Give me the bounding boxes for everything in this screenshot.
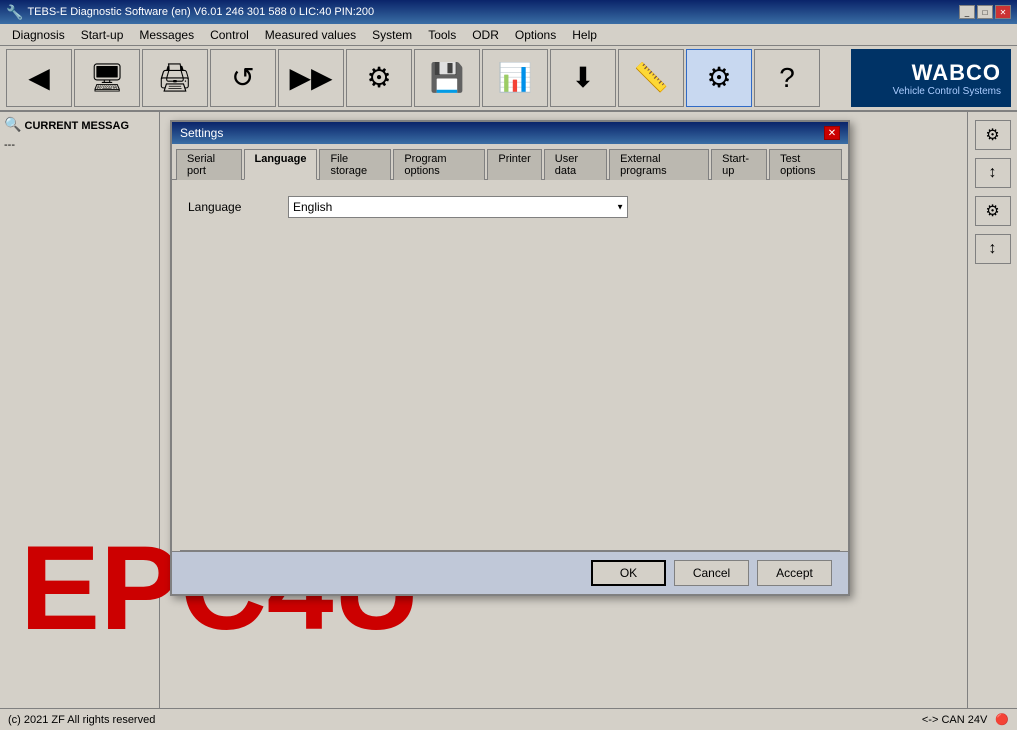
save-icon: 💾	[430, 64, 465, 92]
language-select-wrapper[interactable]: EnglishGermanFrenchSpanishItalianPolishC…	[288, 196, 628, 218]
dots-label: ---	[4, 139, 155, 151]
language-label: Language	[188, 200, 288, 214]
close-button[interactable]: ✕	[995, 5, 1011, 19]
save-toolbar-button[interactable]: 💾	[414, 49, 480, 107]
cancel-button[interactable]: Cancel	[674, 560, 749, 586]
tab-external-programs[interactable]: External programs	[609, 149, 709, 180]
ecu-settings-icon: ⚙	[706, 64, 731, 92]
help-icon: ?	[779, 64, 795, 92]
status-flag: 🔴	[995, 713, 1009, 726]
help-toolbar-button[interactable]: ?	[754, 49, 820, 107]
app-title: TEBS-E Diagnostic Software (en) V6.01 24…	[27, 6, 374, 18]
tab-language[interactable]: Language	[244, 149, 318, 180]
ok-button[interactable]: OK	[591, 560, 666, 586]
tab-printer[interactable]: Printer	[487, 149, 541, 180]
ecu-toolbar-button[interactable]: 🖥	[74, 49, 140, 107]
menu-bar: DiagnosisStart-upMessagesControlMeasured…	[0, 24, 1017, 46]
menu-item-diagnosis[interactable]: Diagnosis	[4, 26, 73, 44]
tab-user-data[interactable]: User data	[544, 149, 607, 180]
config-icon: ⚙	[366, 64, 391, 92]
brand-name: WABCO	[912, 60, 1001, 86]
print-toolbar-button[interactable]: 🖨	[142, 49, 208, 107]
menu-item-control[interactable]: Control	[202, 26, 257, 44]
status-can: <-> CAN 24V	[922, 714, 987, 726]
back-icon: ◀	[28, 64, 50, 92]
menu-item-start-up[interactable]: Start-up	[73, 26, 132, 44]
search-icon: 🔍	[4, 116, 21, 132]
settings-dialog: Settings ✕ Serial portLanguageFile stora…	[170, 120, 850, 596]
menu-item-tools[interactable]: Tools	[420, 26, 464, 44]
dialog-title-bar: Settings ✕	[172, 122, 848, 144]
calibrate-icon: 📏	[634, 64, 669, 92]
ecu-settings-toolbar-button[interactable]: ⚙	[686, 49, 752, 107]
refresh-icon: ↺	[231, 64, 254, 92]
status-copyright: (c) 2021 ZF All rights reserved	[8, 714, 155, 726]
right-panel: ⚙ ↕ ⚙ ↕	[967, 112, 1017, 708]
dialog-close-button[interactable]: ✕	[824, 126, 840, 140]
status-bar: (c) 2021 ZF All rights reserved <-> CAN …	[0, 708, 1017, 730]
language-form-row: Language EnglishGermanFrenchSpanishItali…	[188, 196, 832, 218]
menu-item-measured-values[interactable]: Measured values	[257, 26, 364, 44]
menu-item-odr[interactable]: ODR	[464, 26, 507, 44]
dialog-content: Language EnglishGermanFrenchSpanishItali…	[172, 180, 848, 550]
tab-start-up[interactable]: Start-up	[711, 149, 767, 180]
menu-item-help[interactable]: Help	[564, 26, 605, 44]
right-control-3[interactable]: ⚙	[975, 196, 1011, 226]
current-messages-label: 🔍 CURRENT MESSAG	[4, 116, 155, 133]
tab-serial-port[interactable]: Serial port	[176, 149, 242, 180]
right-control-4[interactable]: ↕	[975, 234, 1011, 264]
dialog-bottom: OK Cancel Accept	[172, 551, 848, 594]
title-bar-left: 🔧 TEBS-E Diagnostic Software (en) V6.01 …	[6, 4, 374, 21]
brand-logo: WABCOVehicle Control Systems	[851, 49, 1011, 107]
download-icon: ⬇	[571, 64, 594, 92]
menu-item-system[interactable]: System	[364, 26, 420, 44]
tab-program-options[interactable]: Program options	[393, 149, 485, 180]
status-right: <-> CAN 24V 🔴	[922, 713, 1009, 726]
menu-item-messages[interactable]: Messages	[131, 26, 202, 44]
dialog-title-text: Settings	[180, 126, 223, 140]
download-toolbar-button[interactable]: ⬇	[550, 49, 616, 107]
tabs-bar: Serial portLanguageFile storageProgram o…	[172, 144, 848, 180]
brand-sub: Vehicle Control Systems	[893, 86, 1001, 97]
measure-icon: 📊	[498, 64, 533, 92]
tab-test-options[interactable]: Test options	[769, 149, 842, 180]
menu-item-options[interactable]: Options	[507, 26, 564, 44]
accept-button[interactable]: Accept	[757, 560, 832, 586]
right-control-2[interactable]: ↕	[975, 158, 1011, 188]
play-toolbar-button[interactable]: ▶▶	[278, 49, 344, 107]
main-area: 🔍 CURRENT MESSAG --- ⚙ ↕ ⚙ ↕ Settings ✕ …	[0, 112, 1017, 708]
refresh-toolbar-button[interactable]: ↺	[210, 49, 276, 107]
toolbar: ◀ 🖥 🖨 ↺ ▶▶ ⚙ 💾 📊 ⬇ 📏 ⚙? WABCOVehicle Control System…	[0, 46, 1017, 112]
language-select[interactable]: EnglishGermanFrenchSpanishItalianPolishC…	[288, 196, 628, 218]
measure-toolbar-button[interactable]: 📊	[482, 49, 548, 107]
title-bar-controls[interactable]: _ □ ✕	[959, 5, 1011, 19]
tab-file-storage[interactable]: File storage	[319, 149, 391, 180]
title-bar: 🔧 TEBS-E Diagnostic Software (en) V6.01 …	[0, 0, 1017, 24]
maximize-button[interactable]: □	[977, 5, 993, 19]
calibrate-toolbar-button[interactable]: 📏	[618, 49, 684, 107]
back-toolbar-button[interactable]: ◀	[6, 49, 72, 107]
print-icon: 🖨	[157, 64, 193, 92]
minimize-button[interactable]: _	[959, 5, 975, 19]
right-control-1[interactable]: ⚙	[975, 120, 1011, 150]
app-icon: 🔧	[6, 4, 23, 21]
config-toolbar-button[interactable]: ⚙	[346, 49, 412, 107]
ecu-icon: 🖥	[89, 64, 125, 92]
play-icon: ▶▶	[289, 64, 332, 92]
